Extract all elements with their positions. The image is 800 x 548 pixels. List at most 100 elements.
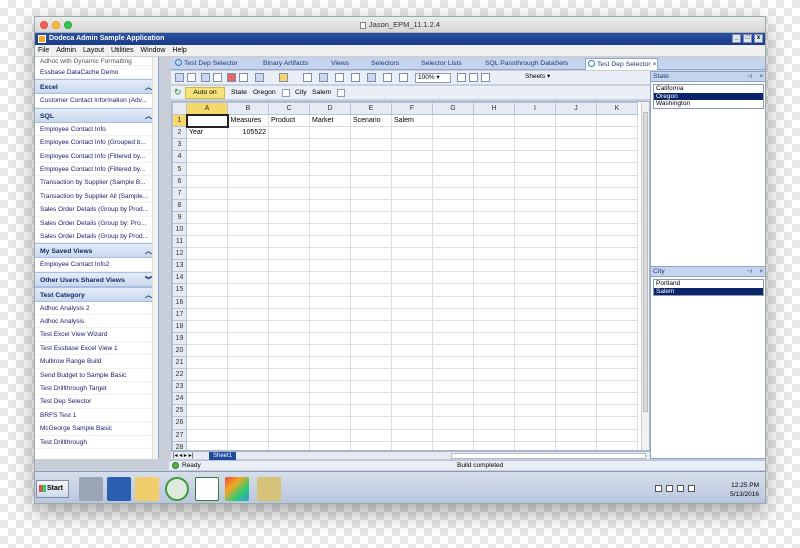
- sidebar-item[interactable]: Sales Order Details (Group by: Pro...: [35, 217, 158, 230]
- grid-cell[interactable]: [514, 222, 556, 237]
- copy-icon[interactable]: [213, 73, 222, 82]
- tab-test-dep-selector-active[interactable]: Test Dep Selector ×: [585, 58, 658, 70]
- grid-cell[interactable]: [555, 210, 597, 224]
- tab-test-dep-selector[interactable]: Test Dep Selector: [173, 58, 238, 70]
- tab-binary-artifacts[interactable]: Binary Artifacts: [261, 58, 308, 70]
- grid-cell[interactable]: [350, 319, 392, 333]
- grid-cell[interactable]: [350, 404, 392, 418]
- close-light-icon[interactable]: [40, 21, 48, 29]
- grid-cell[interactable]: [555, 186, 597, 200]
- chart-app-icon[interactable]: [195, 477, 219, 501]
- auto-refresh-icon[interactable]: ↻: [174, 88, 182, 97]
- grid-cell[interactable]: [555, 222, 597, 237]
- grid-cell[interactable]: [596, 271, 638, 285]
- grid-cell[interactable]: [514, 138, 556, 152]
- grid-cell[interactable]: [432, 114, 474, 128]
- state-value[interactable]: Oregon: [253, 86, 276, 100]
- grid-cell[interactable]: [309, 392, 351, 406]
- grid-cell[interactable]: [596, 404, 638, 418]
- menu-utilities[interactable]: Utilities: [111, 47, 134, 54]
- sidebar-item[interactable]: Test Drillthrough Target: [35, 382, 158, 396]
- list-item[interactable]: Portland: [654, 280, 763, 288]
- build-icon[interactable]: [303, 73, 312, 82]
- grid-cell[interactable]: [350, 392, 392, 406]
- row-header[interactable]: 7: [172, 186, 187, 200]
- grid-cell[interactable]: [309, 247, 351, 261]
- grid-cell[interactable]: [391, 174, 433, 188]
- close-button[interactable]: x: [754, 34, 763, 43]
- grid-cell[interactable]: [350, 186, 392, 200]
- dodeca-app-icon[interactable]: [225, 477, 249, 501]
- grid-cell[interactable]: [473, 368, 515, 382]
- list-item[interactable]: Washington: [654, 100, 763, 108]
- grid-cell[interactable]: [596, 307, 638, 321]
- grid-cell[interactable]: [596, 114, 638, 128]
- grid-cell[interactable]: [391, 138, 433, 152]
- tab-selector-lists[interactable]: Selector Lists: [419, 58, 462, 70]
- grid-cell[interactable]: [227, 355, 269, 370]
- grid-cell[interactable]: [555, 343, 597, 357]
- grid-cell[interactable]: [186, 283, 228, 297]
- grid-cell[interactable]: [391, 343, 433, 357]
- grid-cell[interactable]: [473, 392, 515, 406]
- grid-cell[interactable]: [514, 404, 556, 418]
- grid-cell[interactable]: [309, 404, 351, 418]
- zoom-light-icon[interactable]: [64, 21, 72, 29]
- sidebar-item[interactable]: Customer Contact Information (Adv...: [35, 94, 158, 108]
- grid-cell[interactable]: [186, 235, 228, 249]
- grid-cell[interactable]: [268, 222, 310, 237]
- export-icon[interactable]: [201, 73, 210, 82]
- grid-cell[interactable]: [309, 259, 351, 273]
- grid-cell[interactable]: [514, 355, 556, 370]
- grid-cell[interactable]: [391, 295, 433, 309]
- grid-cell[interactable]: [555, 247, 597, 261]
- grid-cell[interactable]: [186, 368, 228, 382]
- row-header[interactable]: 3: [172, 138, 187, 152]
- grid-cell[interactable]: [309, 295, 351, 309]
- grid-cell[interactable]: [268, 259, 310, 273]
- grid-cell[interactable]: [309, 380, 351, 394]
- grid-cell[interactable]: [309, 186, 351, 200]
- grid-cell[interactable]: [514, 198, 556, 212]
- grid-cell[interactable]: [473, 380, 515, 394]
- section-my-saved-views[interactable]: My Saved Views ︿: [35, 243, 158, 259]
- grid-cell[interactable]: [268, 355, 310, 370]
- sheet-nav-arrows-icon[interactable]: |◂ ◂ ▸ ▸|: [173, 452, 193, 460]
- grid-cell[interactable]: [432, 368, 474, 382]
- grid-cell[interactable]: Salem: [391, 114, 433, 128]
- sidebar-item[interactable]: Send Budget to Sample Basic: [35, 369, 158, 383]
- grid-cell[interactable]: [309, 174, 351, 188]
- grid-cell[interactable]: [473, 319, 515, 333]
- grid-cell[interactable]: [514, 295, 556, 309]
- section-sql[interactable]: SQL ︿: [35, 107, 158, 123]
- list-item[interactable]: Salem: [654, 287, 763, 296]
- grid-cell[interactable]: [473, 283, 515, 297]
- tray-volume-icon[interactable]: [688, 485, 695, 492]
- grid-cell[interactable]: [227, 271, 269, 285]
- grid-cell[interactable]: [309, 343, 351, 357]
- grid-cell[interactable]: [391, 307, 433, 321]
- collapse-chevron-icon[interactable]: ︿: [145, 244, 152, 259]
- sheet-tab[interactable]: Sheet1: [209, 452, 237, 460]
- sidebar-item[interactable]: McGeorge Sample Basic: [35, 422, 158, 436]
- grid-cell[interactable]: [350, 210, 392, 224]
- collapse-chevron-icon[interactable]: ︿: [145, 80, 152, 95]
- grid-cell[interactable]: [514, 283, 556, 297]
- grid-horizontal-scrollbar[interactable]: [451, 453, 646, 459]
- grid-cell[interactable]: [596, 186, 638, 200]
- grid-cell[interactable]: [391, 235, 433, 249]
- pin-icon[interactable]: ⊣: [747, 267, 752, 277]
- grid-cell[interactable]: [350, 150, 392, 164]
- sheets-dropdown[interactable]: Sheets ▾: [523, 73, 555, 83]
- grid-cell[interactable]: [514, 343, 556, 357]
- grid-cell[interactable]: [514, 368, 556, 382]
- row-header[interactable]: 9: [172, 210, 187, 224]
- grid-cell[interactable]: [227, 235, 269, 249]
- grid-cell[interactable]: [350, 428, 392, 442]
- grid-cell[interactable]: [350, 271, 392, 285]
- sidebar-item[interactable]: Employee Contact Info: [35, 123, 158, 137]
- sidebar-item[interactable]: Sales Order Details (Group by Prod...: [35, 230, 158, 244]
- grid-cell[interactable]: [432, 222, 474, 237]
- grid-cell[interactable]: [309, 126, 351, 140]
- network-tools-icon[interactable]: [257, 477, 281, 501]
